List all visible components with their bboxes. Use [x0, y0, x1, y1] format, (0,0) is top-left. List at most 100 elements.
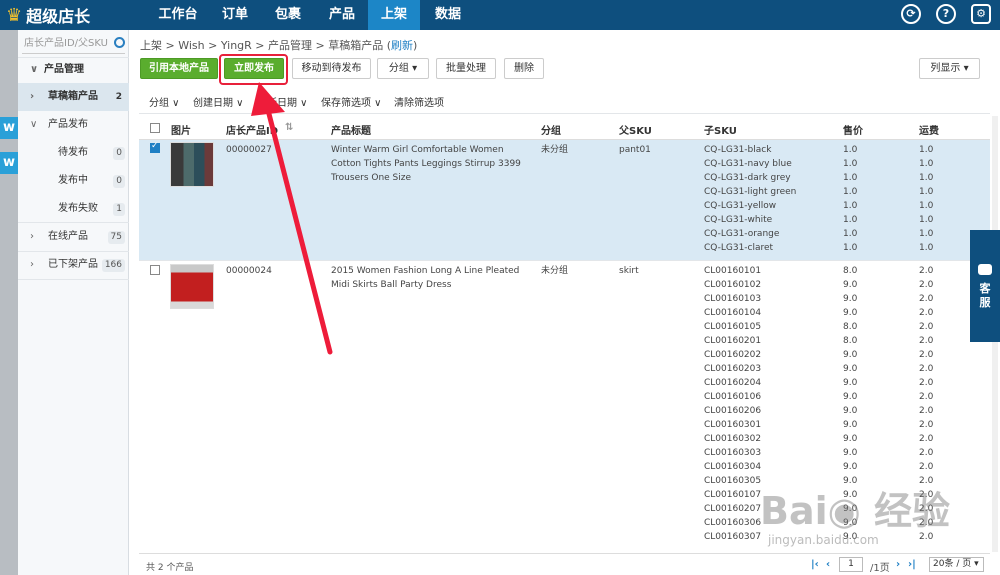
sidebar-item-online[interactable]: › 在线产品 75 [18, 223, 129, 251]
gear-icon[interactable]: ⚙ [971, 4, 991, 24]
sidebar-item-product-management[interactable]: ∨ 产品管理 [18, 56, 129, 84]
product-title[interactable]: Winter Warm Girl Comfortable Women Cotto… [331, 143, 534, 185]
last-page-icon[interactable]: ›| [908, 559, 916, 570]
batch-process-button[interactable]: 批量处理 [436, 58, 496, 79]
list-item: CQ-LG31-claret [704, 243, 774, 253]
wish-platform-icon[interactable]: w [0, 152, 18, 174]
nav-products[interactable]: 产品 [316, 0, 368, 30]
list-item: CQ-LG31-yellow [704, 201, 777, 211]
row-checkbox[interactable] [150, 141, 160, 153]
list-item: CL00160102 [704, 280, 762, 290]
list-item: CL00160307 [704, 532, 762, 542]
list-item: 9.0 [843, 448, 858, 458]
help-icon[interactable]: ? [936, 4, 956, 24]
top-navbar: ♛ 超级店长 工作台 订单 包裹 产品 上架 数据 ⟳ ? ⚙ [0, 0, 1000, 30]
list-item: 9.0 [843, 420, 858, 430]
service-label: 客服 [979, 282, 991, 309]
group-dropdown-button[interactable]: 分组 ▾ [377, 58, 429, 79]
list-item: CL00160305 [704, 476, 762, 486]
table-row[interactable]: 00000027 Winter Warm Girl Comfortable Wo… [139, 140, 990, 260]
sidebar-item-product-publish[interactable]: ∨ 产品发布 [18, 111, 129, 139]
list-item: 9.0 [843, 350, 858, 360]
nav-workbench[interactable]: 工作台 [148, 0, 208, 30]
watermark-logo: Bai◉ 经验 [760, 489, 951, 533]
nav-data[interactable]: 数据 [422, 0, 474, 30]
list-item: 9.0 [843, 280, 858, 290]
list-item: CQ-LG31-black [704, 145, 772, 155]
child-sku-list: CQ-LG31-black CQ-LG31-navy blue CQ-LG31-da… [704, 143, 796, 255]
list-item: 2.0 [919, 392, 934, 402]
list-item: CL00160201 [704, 336, 762, 346]
prev-page-icon[interactable]: ‹ [826, 559, 830, 570]
wish-platform-icon[interactable]: w [0, 117, 18, 139]
sidebar-item-pending[interactable]: 待发布 0 [18, 139, 129, 167]
list-item: 2.0 [919, 462, 934, 472]
filter-group[interactable]: 分组 ∨ [149, 94, 180, 109]
page-total: /1页 [870, 563, 890, 574]
customer-service-tab[interactable]: 客服 [970, 230, 1000, 342]
list-item: 1.0 [919, 187, 934, 197]
list-item: CQ-LG31-white [704, 215, 773, 225]
select-all-checkbox[interactable] [150, 123, 160, 133]
search-icon[interactable] [114, 37, 125, 48]
product-thumbnail[interactable] [170, 142, 214, 187]
delete-button[interactable]: 删除 [504, 58, 544, 79]
list-item: 9.0 [843, 462, 858, 472]
pagination-footer: 共 2 个产品 |‹ ‹ 1 /1页 › ›| 20条 / 页 ▾ [139, 553, 990, 575]
chevron-right-icon: › [30, 259, 34, 270]
list-item: 9.0 [843, 406, 858, 416]
product-id: 00000024 [226, 266, 272, 276]
list-item: 1.0 [843, 201, 858, 211]
list-item: 1.0 [843, 145, 858, 155]
filter-updated-date[interactable]: 更新日期 ∨ [257, 94, 308, 109]
column-display-button[interactable]: 列显示 ▾ [919, 58, 980, 79]
count-badge: 0 [113, 147, 125, 160]
count-badge: 2 [115, 92, 122, 102]
first-page-icon[interactable]: |‹ [811, 559, 819, 570]
list-item: 1.0 [919, 201, 934, 211]
parent-sku: skirt [619, 266, 639, 276]
list-item: 1.0 [843, 187, 858, 197]
list-item: 2.0 [919, 350, 934, 360]
breadcrumb: 上架 > Wish > YingR > 产品管理 > 草稿箱产品 (刷新) [140, 39, 418, 52]
list-item: 8.0 [843, 336, 858, 346]
shipping-list: 1.0 1.0 1.0 1.0 1.0 1.0 1.0 1.0 [919, 143, 933, 255]
nav-orders[interactable]: 订单 [210, 0, 260, 30]
page-number-input[interactable]: 1 [839, 557, 863, 572]
filter-clear[interactable]: 清除筛选项 [394, 94, 444, 109]
sidebar-item-delisted[interactable]: › 已下架产品 166 [18, 251, 129, 279]
list-item: 9.0 [843, 308, 858, 318]
list-item: CL00160204 [704, 378, 762, 388]
count-badge: 1 [113, 203, 125, 216]
nav-listing[interactable]: 上架 [368, 0, 420, 30]
list-item: CL00160206 [704, 406, 762, 416]
per-page-select[interactable]: 20条 / 页 ▾ [929, 557, 984, 572]
move-to-pending-button[interactable]: 移动到待发布 [292, 58, 371, 79]
list-item: CQ-LG31-orange [704, 229, 780, 239]
product-thumbnail[interactable] [170, 264, 214, 309]
highlight-annotation [219, 54, 288, 85]
nav-packages[interactable]: 包裹 [262, 0, 314, 30]
list-item: 1.0 [843, 229, 858, 239]
count-badge: 0 [113, 175, 125, 188]
sort-icon[interactable]: ⇅ [285, 122, 293, 133]
product-title[interactable]: 2015 Women Fashion Long A Line Pleated M… [331, 264, 534, 292]
sync-icon[interactable]: ⟳ [901, 4, 921, 24]
filter-save[interactable]: 保存筛选项 ∨ [321, 94, 382, 109]
refresh-link[interactable]: 刷新 [391, 39, 413, 52]
app-logo[interactable]: ♛ 超级店长 [6, 3, 90, 27]
watermark-url: jingyan.baidu.com [768, 533, 879, 547]
list-item: 2.0 [919, 434, 934, 444]
list-item: CL00160306 [704, 518, 762, 528]
list-item: CL00160304 [704, 462, 762, 472]
row-checkbox[interactable] [150, 265, 160, 275]
list-item: CL00160104 [704, 308, 762, 318]
list-item: 2.0 [919, 364, 934, 374]
sidebar-item-failed[interactable]: 发布失败 1 [18, 195, 129, 223]
next-page-icon[interactable]: › [896, 559, 900, 570]
search-input[interactable]: 店长产品ID/父SKU [22, 34, 125, 54]
filter-created-date[interactable]: 创建日期 ∨ [193, 94, 244, 109]
sidebar-item-publishing[interactable]: 发布中 0 [18, 167, 129, 195]
import-local-button[interactable]: 引用本地产品 [140, 58, 218, 79]
sidebar-item-drafts[interactable]: › 草稿箱产品 2 [18, 83, 129, 111]
